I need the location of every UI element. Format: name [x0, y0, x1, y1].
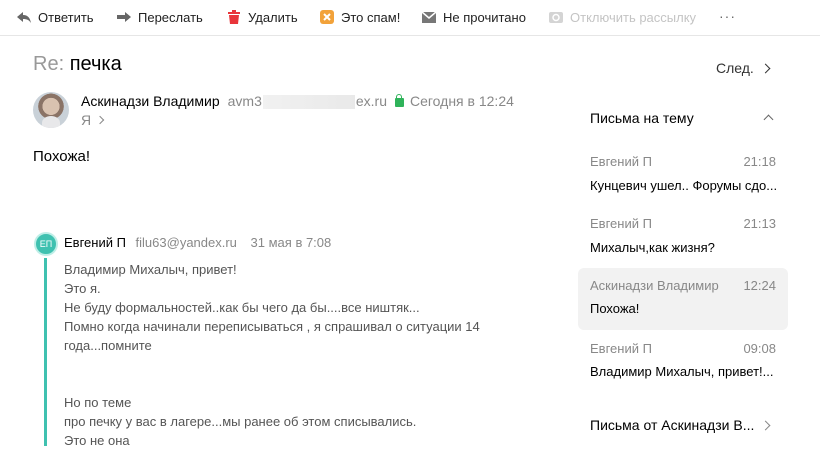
unsubscribe-icon	[548, 9, 564, 25]
thread-item-from: Евгений П	[590, 341, 652, 356]
sender-info: Аскинадзи Владимир avm3 ex.ru Сегодня в 1…	[81, 93, 514, 110]
trash-icon	[226, 9, 242, 25]
thread-item-snippet: Владимир Михалыч, привет!...	[590, 364, 774, 379]
chevron-up-icon[interactable]	[763, 114, 774, 125]
chevron-right-icon	[95, 115, 105, 125]
quoted-line: Это я.	[64, 281, 101, 296]
quoted-line: про печку у вас в лагере...мы ранее об э…	[64, 414, 417, 429]
recipients-toggle[interactable]: Я	[81, 112, 105, 128]
subject-prefix: Re:	[33, 53, 65, 75]
delete-button[interactable]: Удалить	[226, 8, 298, 26]
subject-text: печка	[69, 53, 122, 75]
reply-icon	[16, 9, 32, 25]
quoted-text: Владимир Михалыч, привет! Это я. Не буду…	[64, 260, 534, 450]
forward-button[interactable]: Переслать	[116, 8, 203, 26]
thread-item[interactable]: Евгений П 09:08 Владимир Михалыч, привет…	[578, 336, 788, 398]
thread-item-from: Аскинадзи Владимир	[590, 278, 719, 293]
thread-item-active[interactable]: Аскинадзи Владимир 12:24 Похожа!	[578, 268, 788, 330]
thread-item-snippet: Кунцевич ушел.. Форумы сдо...	[590, 178, 778, 193]
forward-label: Переслать	[138, 9, 203, 25]
delete-label: Удалить	[248, 9, 298, 25]
next-message-button[interactable]: След.	[716, 60, 771, 76]
quote-bar	[44, 258, 47, 446]
mark-unread-button[interactable]: Не прочитано	[421, 8, 526, 26]
sender-name[interactable]: Аскинадзи Владимир	[81, 93, 220, 109]
quoted-avatar: ЕП	[34, 232, 58, 256]
sender-email[interactable]: avm3 ex.ru	[227, 93, 387, 110]
more-options-icon[interactable]: ···	[719, 8, 736, 24]
lock-icon	[394, 93, 404, 107]
thread-item-snippet: Михалыч,как жизня?	[590, 240, 715, 255]
sender-avatar[interactable]	[33, 92, 69, 128]
message-date: Сегодня в 12:24	[409, 93, 514, 110]
quoted-date: 31 мая в 7:08	[250, 235, 332, 250]
thread-item-time: 09:08	[743, 341, 776, 356]
forward-icon	[116, 9, 132, 25]
mark-unread-label: Не прочитано	[443, 9, 526, 25]
quoted-line: Не буду формальностей..как бы чего да бы…	[64, 300, 420, 315]
thread-title[interactable]: Письма на тему	[590, 110, 694, 126]
thread-item-time: 21:13	[743, 216, 776, 231]
next-message-label: След.	[716, 60, 754, 76]
unsubscribe-label: Отключить рассылку	[570, 9, 697, 25]
thread-item-time: 12:24	[743, 278, 776, 293]
thread-item-time: 21:18	[743, 154, 776, 169]
thread-item[interactable]: Евгений П 21:18 Кунцевич ушел.. Форумы с…	[578, 150, 788, 212]
reply-label: Ответить	[38, 9, 94, 25]
message-toolbar: Ответить Переслать Удалить Это спам! Не …	[0, 0, 820, 36]
chevron-right-icon	[760, 63, 771, 73]
recipient-label: Я	[81, 112, 92, 128]
quoted-line: Это не она	[64, 433, 130, 448]
quoted-line: Помно когда начинали переписываться , я …	[64, 319, 480, 334]
thread-item-snippet: Похожа!	[590, 301, 640, 316]
quoted-header: Евгений П filu63@yandex.ru 31 мая в 7:08	[64, 235, 331, 250]
spam-icon	[319, 9, 335, 25]
quoted-spacer	[64, 355, 534, 393]
quoted-line: Но по теме	[64, 395, 132, 410]
quoted-sender-email: filu63@yandex.ru	[135, 235, 237, 250]
message-body: Похожа!	[33, 148, 91, 165]
quoted-sender-name: Евгений П	[64, 235, 126, 250]
spam-button[interactable]: Это спам!	[319, 8, 400, 26]
thread-item-from: Евгений П	[590, 154, 652, 169]
thread-item-from: Евгений П	[590, 216, 652, 231]
message-subject: Re: печка	[33, 53, 122, 76]
email-redaction	[262, 95, 355, 110]
unsubscribe-button[interactable]: Отключить рассылку	[548, 8, 696, 26]
thread-item[interactable]: Евгений П 21:13 Михалыч,как жизня?	[578, 212, 788, 274]
chevron-right-icon[interactable]	[760, 420, 771, 431]
letters-from-sender-link[interactable]: Письма от Аскинадзи В...	[590, 417, 755, 433]
envelope-icon	[421, 9, 437, 25]
spam-label: Это спам!	[341, 9, 401, 25]
reply-button[interactable]: Ответить	[16, 8, 94, 26]
quoted-line: года...помните	[64, 338, 152, 353]
quoted-line: Владимир Михалыч, привет!	[64, 262, 237, 277]
sender-email-end: ex.ru	[355, 93, 387, 109]
sender-email-start: avm3	[227, 93, 262, 109]
